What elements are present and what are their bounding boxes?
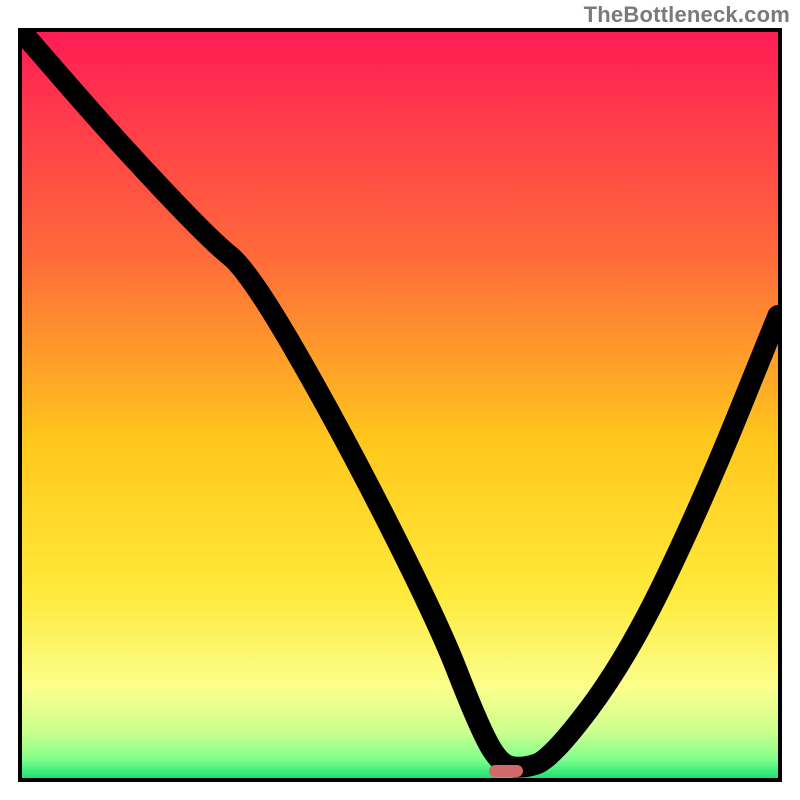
optimal-marker — [489, 765, 523, 777]
attribution-text: TheBottleneck.com — [584, 2, 790, 28]
bottleneck-curve — [22, 32, 778, 778]
curve-path — [22, 32, 778, 767]
plot-area — [18, 28, 782, 782]
chart-frame: TheBottleneck.com — [0, 0, 800, 800]
